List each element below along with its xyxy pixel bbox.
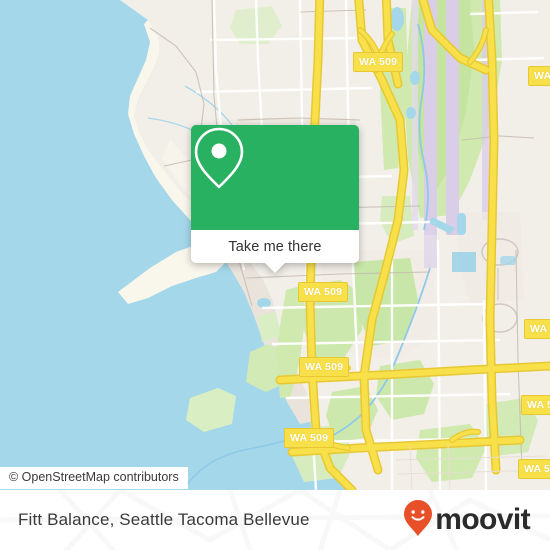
footer-content: Fitt Balance, Seattle Tacoma Bellevue mo… (0, 490, 550, 550)
osm-attribution[interactable]: © OpenStreetMap contributors (0, 467, 188, 489)
highway-shield: WA 5 (528, 66, 550, 86)
popup-pointer (264, 262, 286, 273)
highway-shield: WA 509 (299, 357, 350, 377)
take-me-there-label: Take me there (228, 238, 322, 255)
map-canvas[interactable]: WA 509 WA 5 WA 509 WA 5 WA 509 WA 5 WA 5… (0, 0, 550, 490)
highway-shield: WA 509 (284, 428, 335, 448)
footer-bar: Fitt Balance, Seattle Tacoma Bellevue mo… (0, 490, 550, 550)
map-screen: WA 509 WA 5 WA 509 WA 5 WA 509 WA 5 WA 5… (0, 0, 550, 550)
highway-shield: WA 509 (298, 282, 349, 302)
highway-shield: WA 5 (524, 319, 550, 339)
highway-shield: WA 509 (353, 52, 404, 72)
highway-shield: WA 5 (521, 395, 550, 415)
location-popup[interactable]: Take me there (191, 125, 359, 273)
moovit-logo[interactable]: moovit (403, 499, 531, 542)
moovit-wordmark: moovit (435, 503, 530, 536)
popup-header (191, 125, 359, 230)
moovit-smiley-pin-icon (403, 499, 433, 542)
take-me-there-button[interactable]: Take me there (191, 230, 359, 273)
highway-shield: WA 50 (518, 459, 550, 479)
place-name: Fitt Balance, Seattle Tacoma Bellevue (18, 510, 310, 529)
